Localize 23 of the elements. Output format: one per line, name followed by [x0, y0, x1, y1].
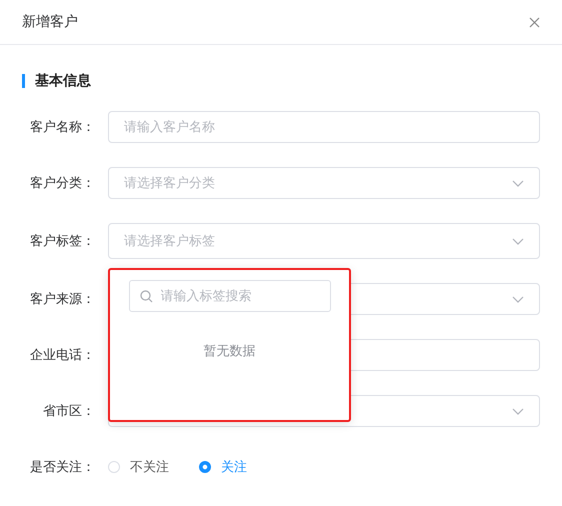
field-label: 企业电话： [29, 347, 95, 364]
caret-icon [512, 408, 524, 414]
input-field[interactable]: 请输入客户名称 [108, 111, 540, 143]
field-label: 省市区： [42, 403, 95, 420]
caret-icon [512, 180, 524, 186]
search-icon [140, 290, 152, 303]
caret-icon [512, 296, 524, 302]
empty-message: 暂无数据 [204, 343, 256, 360]
radio-option[interactable]: 关注 [199, 458, 247, 476]
section-marker [22, 74, 25, 88]
caret-icon [512, 238, 524, 244]
select-field[interactable]: 请选择客户分类 [108, 167, 540, 199]
radio-option[interactable]: 不关注 [108, 458, 169, 476]
section-title: 基本信息 [35, 72, 91, 90]
field-label: 客户来源： [29, 291, 95, 308]
field-label: 是否关注： [29, 459, 95, 476]
field-label: 客户标签： [29, 233, 95, 250]
field-label: 客户分类： [29, 175, 95, 192]
select-field[interactable]: 请选择客户标签 [108, 223, 540, 259]
close-icon[interactable] [529, 16, 540, 28]
field-label: 客户名称： [29, 119, 95, 136]
dialog-title: 新增客户 [22, 13, 78, 31]
search-field[interactable]: 请输入标签搜索 [128, 280, 330, 312]
